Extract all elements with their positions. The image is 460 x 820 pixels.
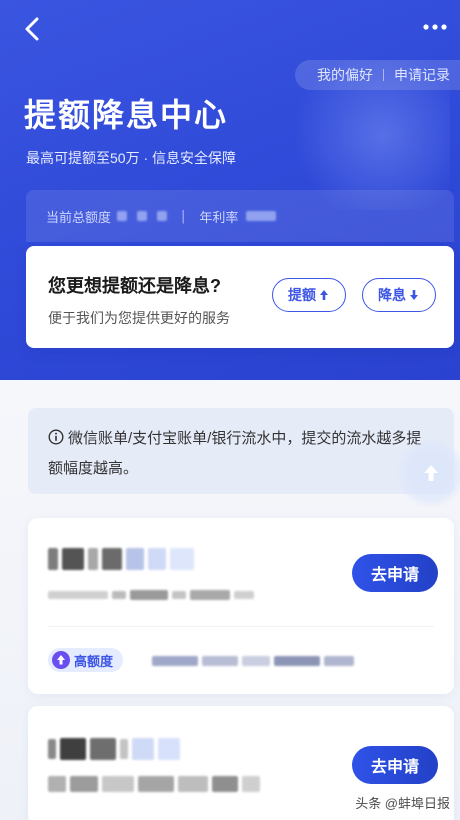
more-horizontal-icon[interactable] — [422, 20, 448, 34]
arrow-up-icon — [424, 465, 438, 481]
tip-banner: 微信账单/支付宝账单/银行流水中，提交的流水越多提额幅度越高。 — [28, 408, 454, 494]
masked-product-info — [48, 590, 254, 600]
masked-product-name — [48, 738, 180, 760]
watermark: 头条 @蚌埠日报 — [355, 796, 450, 811]
masked-product-name — [48, 548, 194, 570]
high-limit-tag-label: 高额度 — [74, 653, 114, 669]
raise-limit-label: 提额 — [288, 287, 316, 303]
header-links: 我的偏好 申请记录 — [295, 60, 460, 90]
apply-button[interactable]: 去申请 — [352, 746, 438, 784]
raise-limit-button[interactable]: 提额 — [272, 278, 346, 312]
page-title: 提额降息中心 — [24, 96, 229, 134]
pill-divider — [383, 69, 384, 81]
preference-card: 您更想提额还是降息? 便于我们为您提供更好的服务 提额 降息 — [26, 246, 454, 348]
arrow-down-icon — [410, 290, 418, 300]
arrow-up-icon — [320, 290, 328, 300]
info-circle-icon — [48, 429, 64, 445]
masked-product-info — [48, 776, 260, 792]
application-records-link[interactable]: 申请记录 — [394, 65, 450, 85]
lower-rate-button[interactable]: 降息 — [362, 278, 436, 312]
chevron-left-icon[interactable] — [22, 16, 44, 42]
masked-value — [137, 211, 148, 221]
lower-rate-label: 降息 — [378, 287, 406, 303]
arrow-up-circle-icon — [52, 651, 70, 669]
preferences-link[interactable]: 我的偏好 — [317, 65, 373, 85]
masked-value — [157, 211, 168, 221]
tip-text: 微信账单/支付宝账单/银行流水中，提交的流水越多提额幅度越高。 — [48, 430, 422, 477]
card-divider — [48, 626, 434, 627]
high-limit-tag: 高额度 — [48, 648, 124, 672]
preference-question: 您更想提额还是降息? — [48, 276, 221, 296]
masked-value — [246, 211, 277, 221]
preference-description: 便于我们为您提供更好的服务 — [48, 310, 230, 326]
credit-summary-band: 当前总额度 | 年利率 — [26, 190, 454, 242]
total-limit-label: 当前总额度 — [46, 210, 112, 226]
masked-tag-note — [152, 656, 354, 666]
annual-rate-label: 年利率 — [199, 210, 239, 226]
loan-product-card: 去申请 高额度 — [28, 518, 454, 694]
scroll-to-top-button[interactable] — [396, 438, 460, 508]
page-subtitle: 最高可提额至50万 · 信息安全保障 — [26, 150, 237, 166]
apply-button[interactable]: 去申请 — [352, 554, 438, 592]
masked-value — [117, 211, 128, 221]
divider: | — [181, 208, 186, 224]
